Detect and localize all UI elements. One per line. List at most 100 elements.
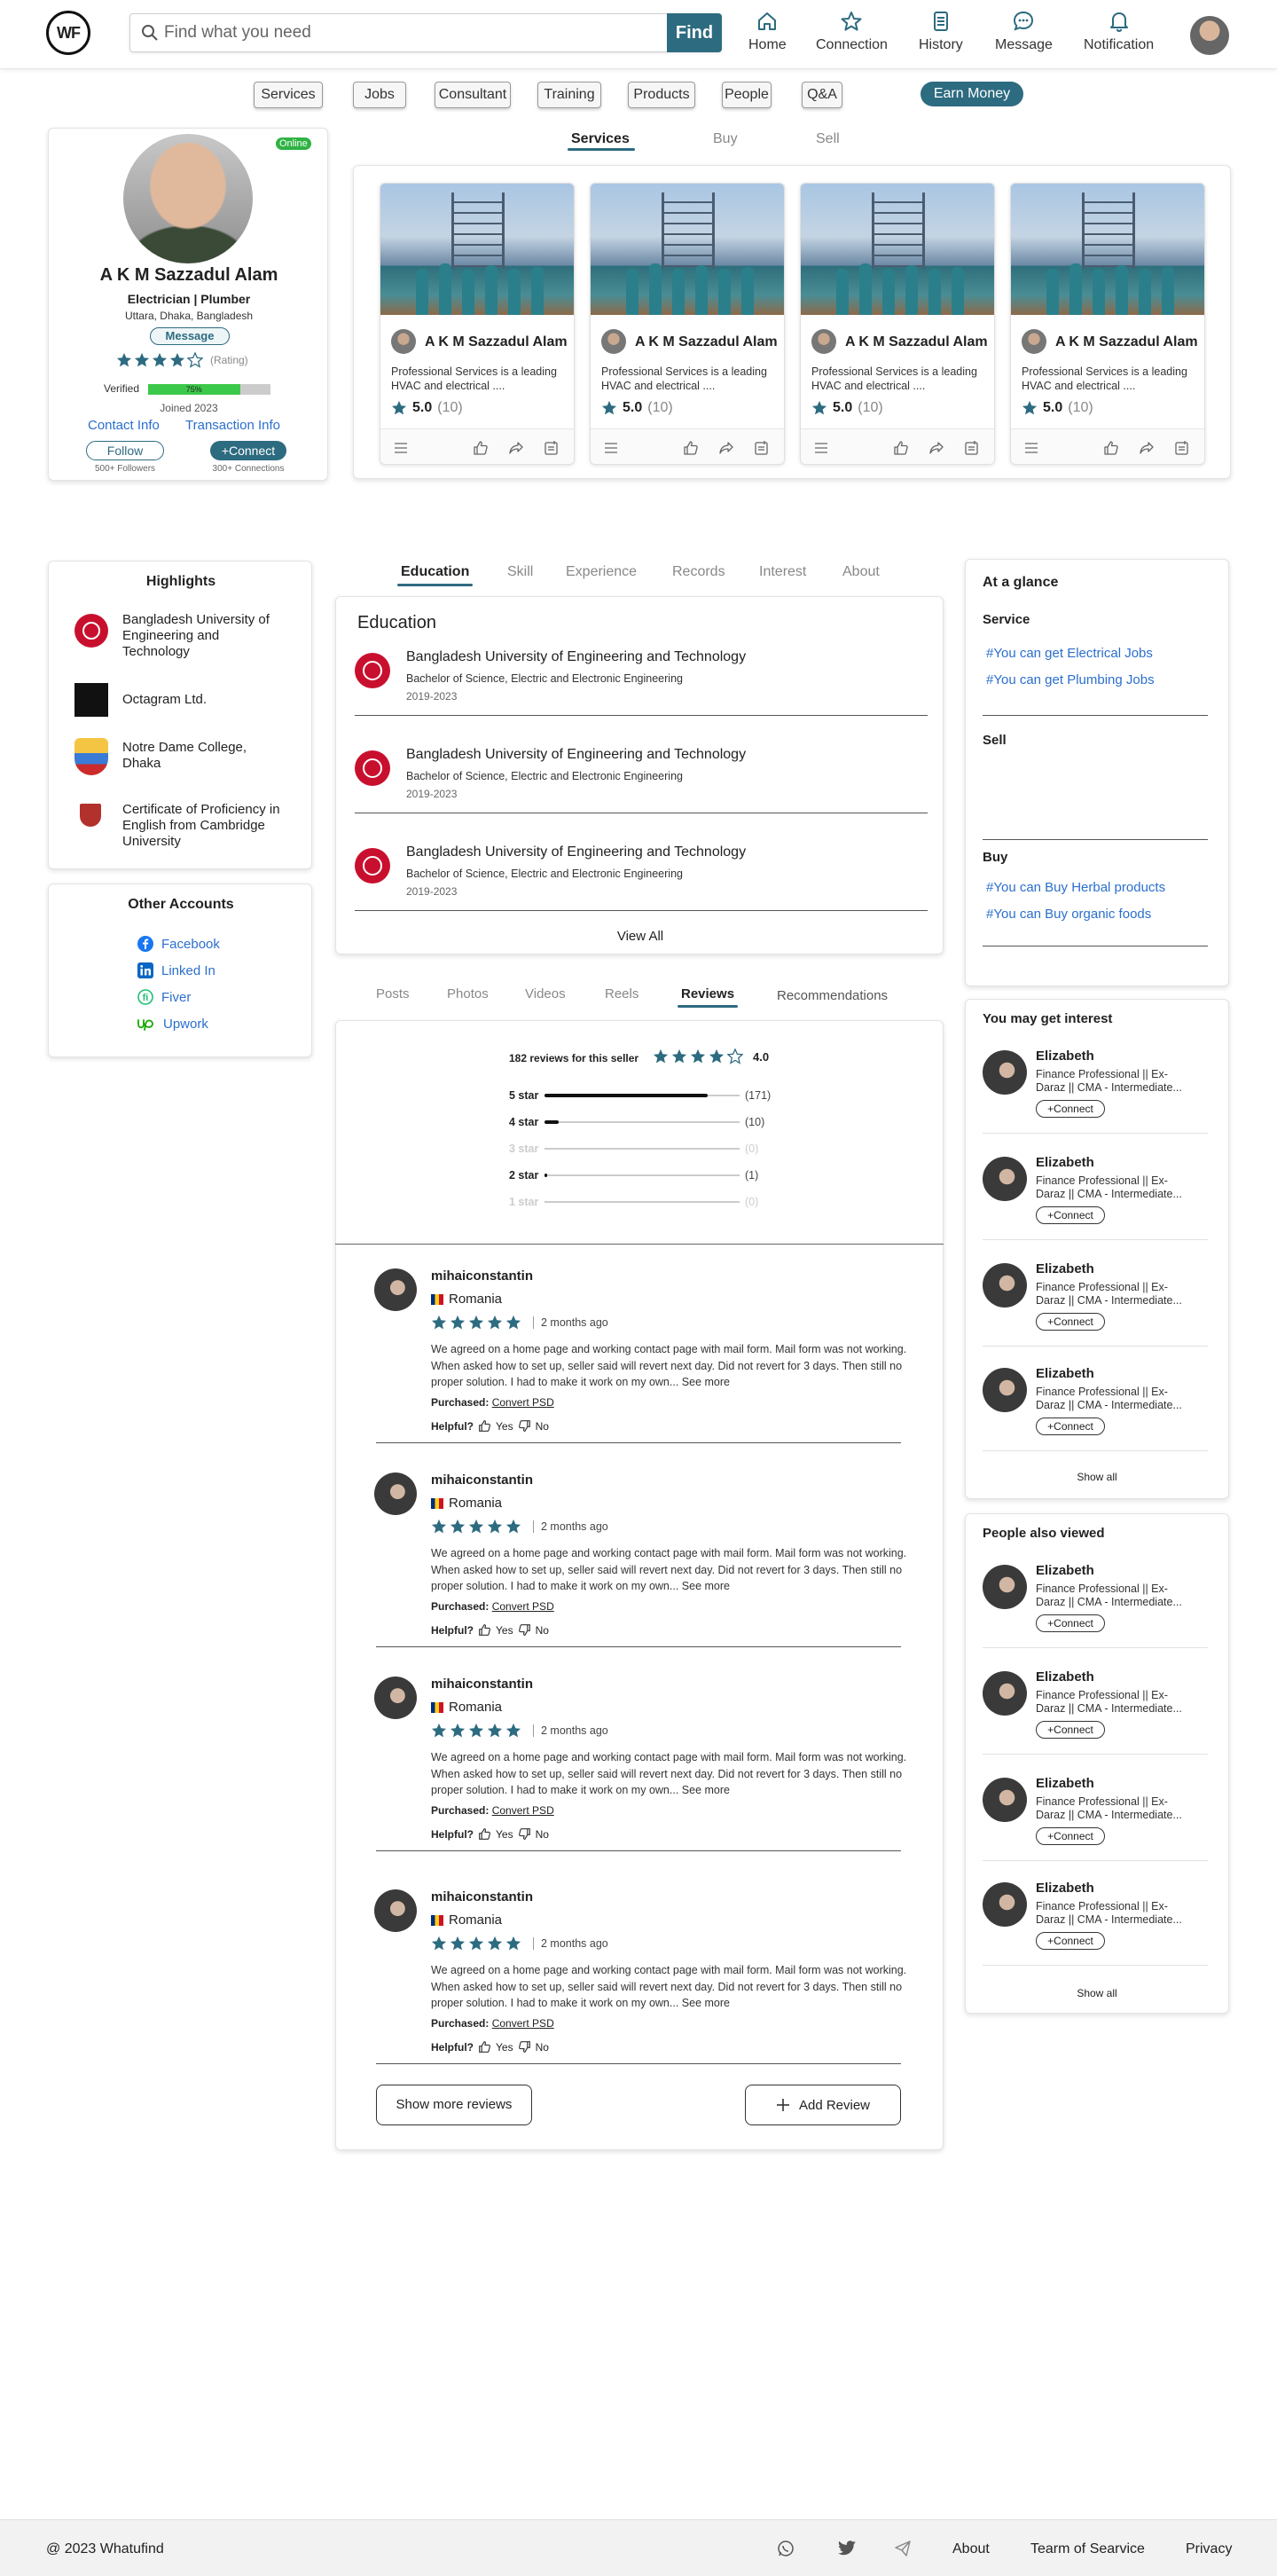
- tab-photos[interactable]: Photos: [447, 986, 489, 1001]
- message-button[interactable]: Message: [150, 327, 230, 345]
- search-input[interactable]: [164, 20, 661, 46]
- helpful-yes[interactable]: Yes: [496, 2041, 513, 2054]
- like-icon[interactable]: [1103, 440, 1119, 456]
- person-suggestion[interactable]: Elizabeth Finance Professional || Ex-Dar…: [983, 1661, 1208, 1755]
- purchased-item-link[interactable]: Convert PSD: [492, 2017, 554, 2030]
- save-icon[interactable]: [1174, 440, 1190, 456]
- save-icon[interactable]: [754, 440, 770, 456]
- tab-posts[interactable]: Posts: [376, 986, 410, 1001]
- thumbs-up-icon[interactable]: [478, 1827, 491, 1841]
- category-products[interactable]: Products: [628, 82, 695, 108]
- follow-button[interactable]: Follow: [86, 441, 164, 460]
- also-viewed-show-all[interactable]: Show all: [965, 1987, 1229, 1999]
- tab-services[interactable]: Services: [571, 131, 630, 147]
- helpful-no[interactable]: No: [536, 1828, 549, 1841]
- nav-connection[interactable]: Connection: [816, 11, 888, 53]
- helpful-no[interactable]: No: [536, 1624, 549, 1637]
- highlight-notre-dame[interactable]: Notre Dame College, Dhaka: [122, 740, 273, 772]
- see-more-link[interactable]: See more: [682, 1997, 730, 2009]
- tab-recommendations[interactable]: Recommendations: [777, 988, 888, 1003]
- thumbs-down-icon[interactable]: [518, 1623, 531, 1637]
- tab-reviews[interactable]: Reviews: [677, 986, 739, 1008]
- tab-buy[interactable]: Buy: [713, 131, 738, 147]
- rating-bar-row[interactable]: 3 star (0): [509, 1143, 758, 1155]
- transaction-info-link[interactable]: Transaction Info: [185, 418, 280, 433]
- purchased-item-link[interactable]: Convert PSD: [492, 1396, 554, 1409]
- person-suggestion[interactable]: Elizabeth Finance Professional || Ex-Dar…: [983, 1146, 1208, 1240]
- category-consultant[interactable]: Consultant: [435, 82, 511, 108]
- save-icon[interactable]: [964, 440, 980, 456]
- tab-skill[interactable]: Skill: [507, 564, 533, 580]
- earn-money-button[interactable]: Earn Money: [921, 82, 1023, 106]
- facebook-link[interactable]: Facebook: [137, 935, 220, 953]
- tab-records[interactable]: Records: [672, 564, 725, 580]
- like-icon[interactable]: [683, 440, 699, 456]
- reviewer-name[interactable]: mihaiconstantin: [431, 1889, 533, 1905]
- category-people[interactable]: People: [722, 82, 772, 108]
- tab-reels[interactable]: Reels: [605, 986, 638, 1001]
- thumbs-up-icon[interactable]: [478, 1623, 491, 1637]
- nav-history[interactable]: History: [919, 11, 963, 53]
- glance-buy-link-herbal[interactable]: #You can Buy Herbal products: [986, 880, 1165, 895]
- menu-icon[interactable]: [1023, 440, 1039, 456]
- highlight-cambridge[interactable]: Certificate of Proficiency in English fr…: [122, 802, 291, 850]
- tab-education[interactable]: Education: [396, 564, 474, 586]
- thumbs-down-icon[interactable]: [518, 2040, 531, 2054]
- glance-service-link-electrical[interactable]: #You can get Electrical Jobs: [986, 646, 1153, 661]
- linkedin-link[interactable]: Linked In: [137, 962, 215, 979]
- person-connect-button[interactable]: +Connect: [1036, 1418, 1105, 1435]
- upwork-link[interactable]: Upwork: [137, 1015, 208, 1033]
- helpful-yes[interactable]: Yes: [496, 1828, 513, 1841]
- footer-privacy-link[interactable]: Privacy: [1186, 2541, 1232, 2557]
- service-card[interactable]: A K M Sazzadul Alam Professional Service…: [800, 183, 995, 465]
- thumbs-up-icon[interactable]: [478, 2040, 491, 2054]
- highlight-octagram[interactable]: Octagram Ltd.: [122, 692, 207, 707]
- contact-info-link[interactable]: Contact Info: [88, 418, 160, 433]
- person-suggestion[interactable]: Elizabeth Finance Professional || Ex-Dar…: [983, 1357, 1208, 1451]
- highlight-buet[interactable]: Bangladesh University of Engineering and…: [122, 612, 282, 660]
- person-connect-button[interactable]: +Connect: [1036, 1100, 1105, 1118]
- person-suggestion[interactable]: Elizabeth Finance Professional || Ex-Dar…: [983, 1040, 1208, 1134]
- category-services[interactable]: Services: [254, 82, 323, 108]
- reviewer-name[interactable]: mihaiconstantin: [431, 1473, 533, 1488]
- category-qa[interactable]: Q&A: [802, 82, 842, 108]
- fiverr-link[interactable]: fi Fiver: [137, 988, 191, 1006]
- reviewer-name[interactable]: mihaiconstantin: [431, 1268, 533, 1284]
- tab-about[interactable]: About: [842, 564, 880, 580]
- person-suggestion[interactable]: Elizabeth Finance Professional || Ex-Dar…: [983, 1253, 1208, 1347]
- tab-sell[interactable]: Sell: [816, 131, 840, 147]
- save-icon[interactable]: [544, 440, 560, 456]
- helpful-yes[interactable]: Yes: [496, 1420, 513, 1433]
- purchased-item-link[interactable]: Convert PSD: [492, 1804, 554, 1817]
- add-review-button[interactable]: Add Review: [745, 2085, 901, 2125]
- find-button[interactable]: Find: [667, 13, 722, 52]
- like-icon[interactable]: [893, 440, 909, 456]
- menu-icon[interactable]: [393, 440, 409, 456]
- nav-home[interactable]: Home: [748, 11, 787, 53]
- thumbs-up-icon[interactable]: [478, 1419, 491, 1433]
- person-connect-button[interactable]: +Connect: [1036, 1614, 1105, 1632]
- service-card[interactable]: A K M Sazzadul Alam Professional Service…: [380, 183, 575, 465]
- thumbs-down-icon[interactable]: [518, 1419, 531, 1433]
- person-connect-button[interactable]: +Connect: [1036, 1313, 1105, 1331]
- person-suggestion[interactable]: Elizabeth Finance Professional || Ex-Dar…: [983, 1767, 1208, 1861]
- rating-bar-row[interactable]: 1 star (0): [509, 1196, 758, 1208]
- tab-interest[interactable]: Interest: [759, 564, 806, 580]
- user-avatar[interactable]: [1190, 16, 1229, 55]
- glance-service-link-plumbing[interactable]: #You can get Plumbing Jobs: [986, 672, 1155, 687]
- rating-bar-row[interactable]: 5 star (171): [509, 1089, 771, 1102]
- see-more-link[interactable]: See more: [682, 1784, 730, 1796]
- nav-message[interactable]: Message: [995, 11, 1053, 53]
- twitter-icon[interactable]: [837, 2540, 857, 2557]
- whatsapp-icon[interactable]: [777, 2540, 795, 2557]
- helpful-no[interactable]: No: [536, 2041, 549, 2054]
- interest-show-all[interactable]: Show all: [965, 1471, 1229, 1483]
- view-all-button[interactable]: View All: [336, 929, 944, 944]
- purchased-item-link[interactable]: Convert PSD: [492, 1600, 554, 1613]
- see-more-link[interactable]: See more: [682, 1580, 730, 1592]
- category-jobs[interactable]: Jobs: [353, 82, 406, 108]
- show-more-reviews-button[interactable]: Show more reviews: [376, 2085, 532, 2125]
- rating-bar-row[interactable]: 2 star (1): [509, 1169, 758, 1182]
- rating-bar-row[interactable]: 4 star (10): [509, 1116, 764, 1128]
- helpful-yes[interactable]: Yes: [496, 1624, 513, 1637]
